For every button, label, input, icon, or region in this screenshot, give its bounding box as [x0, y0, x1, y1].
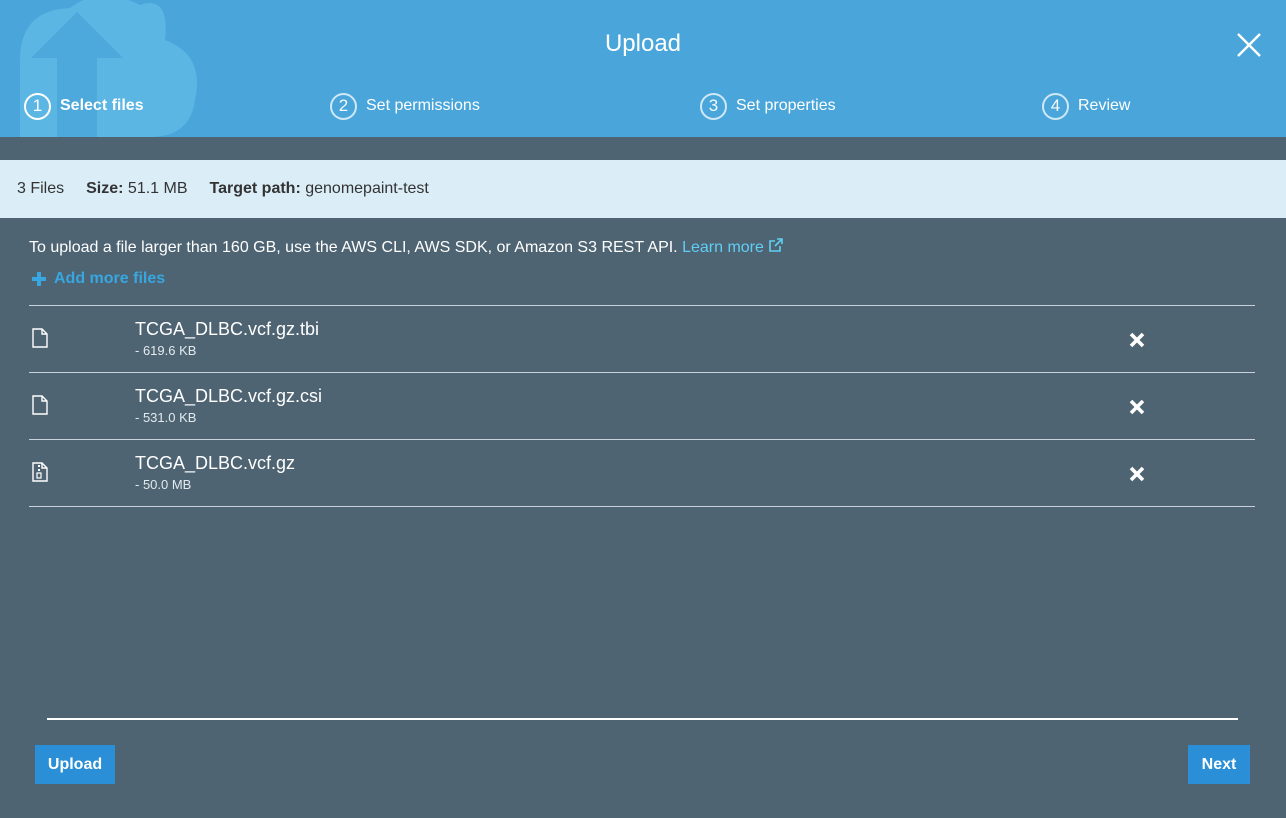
target-path-value: genomepaint-test: [305, 180, 429, 197]
file-name: TCGA_DLBC.vcf.gz.tbi: [135, 319, 320, 339]
step-label: Select files: [60, 97, 144, 114]
dialog-title: Upload: [604, 30, 682, 57]
upload-button[interactable]: Upload: [35, 745, 115, 784]
file-size: - 50.0 MB: [135, 477, 192, 492]
size-limit-notice: To upload a file larger than 160 GB, use…: [29, 237, 784, 257]
size-label: Size:: [86, 180, 124, 197]
step-number: 4: [1042, 92, 1069, 120]
remove-icon: [1129, 399, 1145, 415]
file-archive-icon: [32, 462, 48, 482]
file-row: TCGA_DLBC.vcf.gz - 50.0 MB: [29, 440, 1255, 507]
file-name: TCGA_DLBC.vcf.gz: [135, 453, 296, 473]
step-number: 1: [24, 92, 51, 120]
file-size: - 531.0 KB: [135, 410, 197, 425]
step-label: Set permissions: [366, 97, 480, 114]
size-value: 51.1 MB: [127, 180, 188, 197]
footer-divider: [47, 718, 1238, 720]
close-icon: [1237, 33, 1261, 57]
upload-summary-bar: 3 Files Size: 51.1 MB Target path: genom…: [0, 160, 1286, 218]
notice-text: To upload a file larger than 160 GB, use…: [29, 239, 678, 256]
learn-more-link[interactable]: Learn more: [682, 238, 784, 256]
remove-file-button[interactable]: [1127, 464, 1147, 484]
file-name: TCGA_DLBC.vcf.gz.csi: [135, 386, 323, 406]
remove-icon: [1129, 466, 1145, 482]
upload-header: Upload 1 Select files 2 Set permissions …: [0, 0, 1286, 137]
learn-more-label: Learn more: [682, 239, 764, 256]
target-path-label: Target path:: [209, 180, 301, 197]
target-path: Target path: genomepaint-test: [210, 180, 429, 198]
file-row: TCGA_DLBC.vcf.gz.csi - 531.0 KB: [29, 373, 1255, 440]
file-list: TCGA_DLBC.vcf.gz.tbi - 619.6 KB TCGA_DLB…: [29, 305, 1255, 507]
external-link-icon: [769, 238, 784, 252]
plus-icon: [32, 272, 46, 286]
size-summary: Size: 51.1 MB: [86, 180, 187, 198]
step-set-properties[interactable]: 3 Set properties: [700, 91, 836, 121]
step-label: Review: [1078, 97, 1131, 114]
step-number: 2: [330, 92, 357, 120]
files-count: 3 Files: [17, 180, 65, 197]
close-button[interactable]: [1234, 30, 1264, 60]
add-more-files-label: Add more files: [54, 270, 166, 287]
step-select-files[interactable]: 1 Select files: [24, 91, 144, 121]
remove-file-button[interactable]: [1127, 330, 1147, 350]
file-row: TCGA_DLBC.vcf.gz.tbi - 619.6 KB: [29, 306, 1255, 373]
step-label: Set properties: [736, 97, 836, 114]
step-number: 3: [700, 92, 727, 120]
step-set-permissions[interactable]: 2 Set permissions: [330, 91, 480, 121]
file-icon: [32, 395, 48, 415]
add-more-files-button[interactable]: Add more files: [32, 270, 165, 288]
file-size: - 619.6 KB: [135, 343, 197, 358]
next-button[interactable]: Next: [1188, 745, 1250, 784]
file-icon: [32, 328, 48, 348]
step-review[interactable]: 4 Review: [1042, 91, 1130, 121]
remove-icon: [1129, 332, 1145, 348]
remove-file-button[interactable]: [1127, 397, 1147, 417]
